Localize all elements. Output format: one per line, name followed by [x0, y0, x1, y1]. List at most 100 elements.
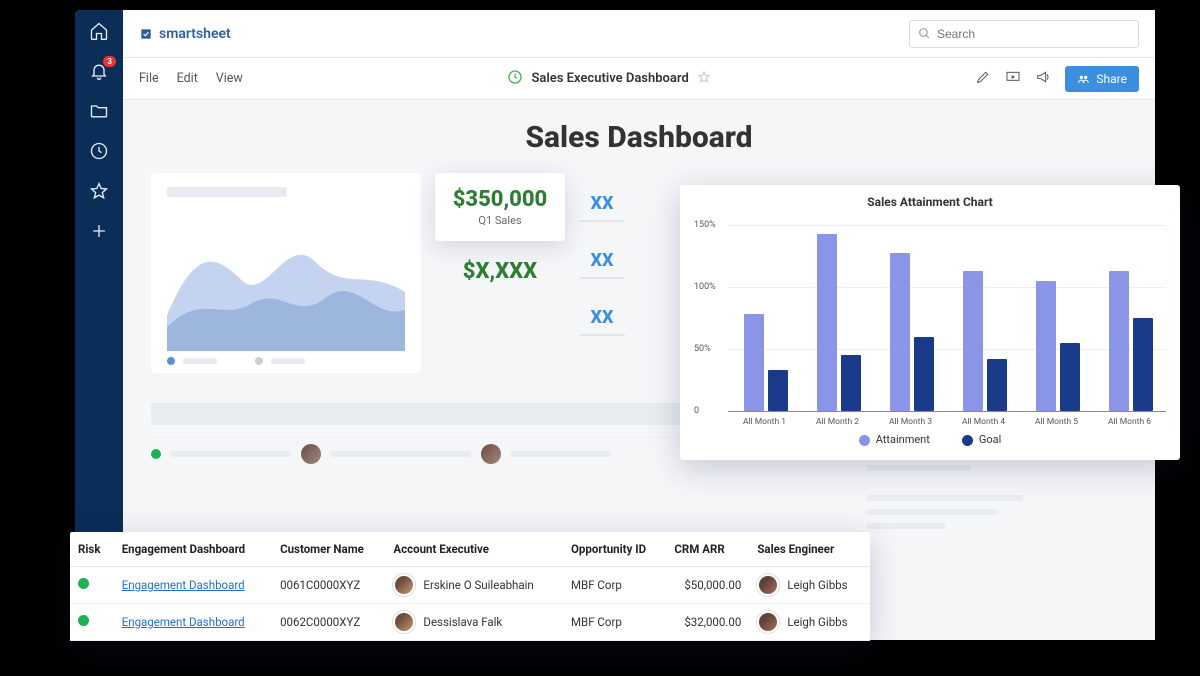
bar-goal — [841, 355, 861, 411]
bar-goal — [1060, 343, 1080, 411]
bar-group: All Month 6 — [1093, 213, 1166, 411]
bell-icon[interactable]: 3 — [88, 60, 110, 82]
search-icon — [918, 27, 931, 40]
x-axis-label: All Month 4 — [947, 417, 1020, 427]
bar-goal — [1133, 318, 1153, 411]
th-ae[interactable]: Account Executive — [385, 532, 563, 567]
document-title: Sales Executive Dashboard — [507, 69, 710, 89]
se-name: Leigh Gibbs — [787, 578, 847, 592]
metric-value: $350,000 — [451, 187, 549, 212]
table-header-row: Risk Engagement Dashboard Customer Name … — [70, 532, 870, 567]
add-icon[interactable] — [88, 220, 110, 242]
th-customer[interactable]: Customer Name — [272, 532, 385, 567]
favorite-star-icon[interactable] — [697, 70, 711, 88]
bar-attainment — [1109, 271, 1129, 411]
share-button[interactable]: Share — [1065, 66, 1139, 92]
avatar-icon — [393, 611, 415, 633]
menu-view[interactable]: View — [216, 71, 243, 86]
table-row[interactable]: Engagement Dashboard 0061C0000XYZ Erskine … — [70, 567, 870, 604]
star-icon[interactable] — [88, 180, 110, 202]
th-opp[interactable]: Opportunity ID — [563, 532, 666, 567]
bar-attainment — [744, 314, 764, 411]
bar-group: All Month 5 — [1020, 213, 1093, 411]
th-se[interactable]: Sales Engineer — [749, 532, 870, 567]
area-chart-widget[interactable] — [151, 173, 421, 373]
metric-label: Q1 Sales — [451, 214, 549, 227]
menubar: File Edit View Sales Executive Dashboard — [123, 58, 1155, 100]
share-label: Share — [1096, 72, 1127, 86]
bar-group: All Month 3 — [874, 213, 947, 411]
risk-dot-icon — [78, 615, 89, 626]
topbar: smartsheet — [123, 10, 1155, 58]
ytick: 150% — [694, 220, 716, 230]
announce-icon[interactable] — [1035, 69, 1051, 89]
legend-swatch-attainment — [859, 435, 870, 446]
dashboard-link[interactable]: Engagement Dashboard — [122, 578, 245, 592]
se-name: Leigh Gibbs — [787, 615, 847, 629]
search-input[interactable] — [937, 27, 1130, 41]
chart-legend: Attainment Goal — [694, 433, 1166, 446]
notification-badge: 3 — [103, 56, 116, 67]
legend-placeholder — [167, 357, 405, 365]
opportunities-table[interactable]: Risk Engagement Dashboard Customer Name … — [70, 532, 870, 641]
th-risk[interactable]: Risk — [70, 532, 114, 567]
x-axis-label: All Month 5 — [1020, 417, 1093, 427]
customer-cell: 0061C0000XYZ — [272, 567, 385, 604]
menu-file[interactable]: File — [139, 71, 159, 86]
x-axis-label: All Month 2 — [801, 417, 874, 427]
ae-name: Dessislava Falk — [423, 615, 502, 629]
bar-group: All Month 1 — [728, 213, 801, 411]
arr-cell: $50,000.00 — [666, 567, 749, 604]
dashboard-icon — [507, 69, 523, 89]
customer-cell: 0062C0000XYZ — [272, 604, 385, 641]
legend-swatch-goal — [962, 435, 973, 446]
document-title-text: Sales Executive Dashboard — [531, 71, 688, 86]
brand-logo[interactable]: smartsheet — [139, 26, 231, 42]
xx-value-3: XX — [579, 307, 625, 336]
risk-dot-icon — [78, 578, 89, 589]
legend-attainment: Attainment — [876, 433, 930, 446]
xx-value-2: XX — [579, 250, 625, 279]
toolbar-right: Share — [975, 66, 1139, 92]
avatar-icon — [393, 574, 415, 596]
bar-attainment — [1036, 281, 1056, 411]
bar-group: All Month 4 — [947, 213, 1020, 411]
xx-column: XX XX XX — [579, 173, 625, 373]
chart-plot-area: 050%100%150%All Month 1All Month 2All Mo… — [728, 213, 1166, 411]
bar-attainment — [890, 253, 910, 411]
attainment-chart-panel[interactable]: Sales Attainment Chart 050%100%150%All M… — [680, 185, 1180, 460]
bar-attainment — [817, 234, 837, 411]
opportunity-cell: MBF Corp — [563, 604, 666, 641]
legend-goal: Goal — [979, 433, 1001, 446]
th-arr[interactable]: CRM ARR — [666, 532, 749, 567]
th-dashboard[interactable]: Engagement Dashboard — [114, 532, 272, 567]
avatar-icon — [757, 574, 779, 596]
ytick: 50% — [694, 344, 711, 354]
edit-icon[interactable] — [975, 69, 991, 89]
menu-items: File Edit View — [139, 71, 243, 86]
avatar-icon — [757, 611, 779, 633]
brand-text: smartsheet — [159, 26, 231, 42]
bar-group: All Month 2 — [801, 213, 874, 411]
widget-title-placeholder — [167, 187, 287, 197]
present-icon[interactable] — [1005, 69, 1021, 89]
menu-edit[interactable]: Edit — [177, 71, 198, 86]
chart-title: Sales Attainment Chart — [694, 195, 1166, 209]
clock-icon[interactable] — [88, 140, 110, 162]
bar-attainment — [963, 271, 983, 411]
x-axis-label: All Month 3 — [874, 417, 947, 427]
home-icon[interactable] — [88, 20, 110, 42]
ytick: 0 — [694, 406, 699, 416]
folder-icon[interactable] — [88, 100, 110, 122]
table-row[interactable]: Engagement Dashboard 0062C0000XYZ Dessisla… — [70, 604, 870, 641]
area-chart-icon — [167, 209, 405, 351]
x-axis-label: All Month 1 — [728, 417, 801, 427]
bar-goal — [914, 337, 934, 411]
ae-name: Erskine O Suileabhain — [423, 578, 533, 592]
q1-sales-metric[interactable]: $350,000 Q1 Sales — [435, 173, 565, 241]
ytick: 100% — [694, 282, 716, 292]
dashboard-link[interactable]: Engagement Dashboard — [122, 615, 245, 629]
bar-goal — [768, 370, 788, 411]
metric-stack: $350,000 Q1 Sales $X,XXX — [435, 173, 565, 373]
search-box[interactable] — [909, 20, 1139, 48]
